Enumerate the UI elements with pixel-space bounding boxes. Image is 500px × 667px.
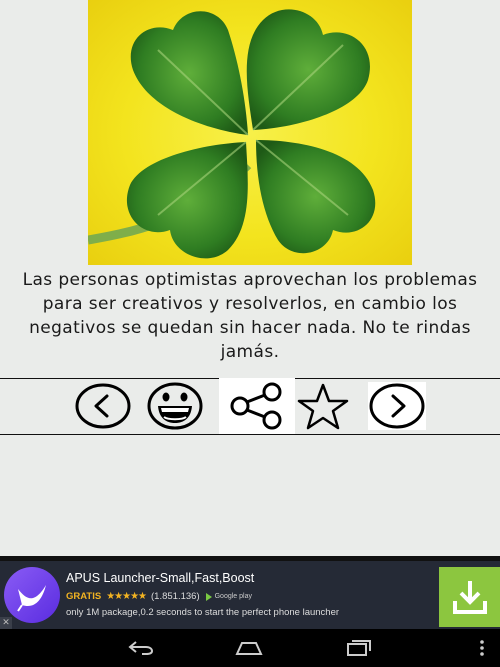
download-icon [452, 581, 487, 614]
action-toolbar [0, 378, 500, 436]
nav-home-button[interactable] [233, 638, 265, 658]
share-button[interactable] [219, 378, 295, 434]
next-button[interactable] [368, 382, 426, 430]
system-navigation-bar [0, 629, 500, 667]
menu-icon [480, 640, 484, 656]
recents-icon [347, 640, 371, 656]
previous-button[interactable] [74, 382, 132, 430]
google-play-badge: Google play [205, 592, 252, 601]
quote-text: Las personas optimistas aprovechan los p… [22, 270, 478, 362]
ad-description: only 1M package,0.2 seconds to start the… [66, 607, 340, 618]
apus-logo-icon [4, 567, 60, 623]
nav-back-button[interactable] [126, 638, 156, 658]
home-icon [235, 642, 263, 655]
ad-close-button[interactable]: ✕ [0, 617, 12, 629]
ad-rating-stars: ★★★★★ [106, 591, 147, 602]
share-icon [230, 382, 282, 430]
laugh-button[interactable] [146, 382, 204, 430]
ad-download-button[interactable] [439, 567, 500, 627]
google-play-icon [205, 592, 212, 601]
laughing-face-icon [147, 382, 203, 430]
ad-banner[interactable]: APUS Launcher-Small,Fast,Boost GRATIS ★★… [0, 561, 500, 629]
nav-recents-button[interactable] [344, 638, 374, 658]
chevron-left-icon [75, 383, 131, 429]
favorite-button[interactable] [294, 382, 352, 430]
ad-title: APUS Launcher-Small,Fast,Boost [66, 571, 255, 585]
ad-meta: GRATIS ★★★★★ (1.851.136) Google play [66, 591, 252, 602]
ad-rating-count: (1.851.136) [151, 591, 200, 602]
nav-menu-button[interactable] [474, 638, 490, 658]
clover-illustration [88, 9, 376, 259]
ad-free-badge: GRATIS [66, 591, 102, 602]
back-icon [128, 641, 154, 655]
chevron-right-icon [369, 383, 425, 429]
star-outline-icon [297, 383, 349, 430]
clover-image [88, 0, 412, 265]
google-play-label: Google play [214, 593, 252, 600]
